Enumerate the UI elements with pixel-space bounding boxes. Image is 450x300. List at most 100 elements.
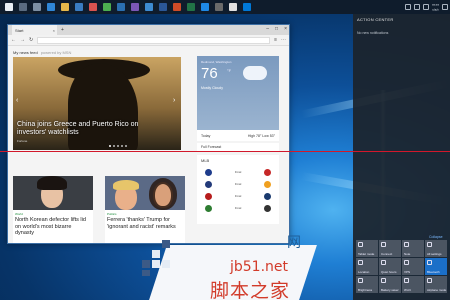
address-input[interactable]	[37, 36, 271, 44]
maximize-icon[interactable]: □	[275, 26, 278, 32]
collapse-link[interactable]: Collapse	[429, 235, 443, 239]
team-logo-icon	[205, 192, 212, 200]
quick-action-icon	[404, 260, 409, 265]
close-icon[interactable]: ×	[284, 26, 287, 32]
weather-widget[interactable]: Redmond, Washington 76 °F Mostly Cloudy	[197, 56, 279, 130]
score-row[interactable]: Final	[197, 178, 279, 190]
action-center-icon[interactable]	[442, 4, 448, 10]
app-icon[interactable]	[201, 3, 209, 11]
quick-action-label: All settings	[427, 252, 442, 256]
full-forecast-link[interactable]: Full Forecast	[197, 143, 279, 151]
app-icon[interactable]	[243, 3, 251, 11]
card-title[interactable]: Ferrera 'thanks' Trump for 'ignorant and…	[105, 217, 185, 230]
quick-action-tile[interactable]: Note	[402, 240, 424, 257]
weather-condition: Mostly Cloudy	[201, 86, 223, 90]
refresh-icon[interactable]: ↻	[29, 37, 33, 43]
team-logo-icon	[205, 204, 212, 212]
team-logo-icon	[263, 168, 271, 176]
quick-action-icon	[381, 242, 386, 247]
app-icon[interactable]	[187, 3, 195, 11]
score-row[interactable]: Final	[197, 190, 279, 202]
app-icon[interactable]	[159, 3, 167, 11]
new-tab-icon[interactable]: +	[61, 27, 64, 33]
hub-icon[interactable]: ≡	[274, 37, 277, 43]
annotation-line	[0, 151, 450, 152]
team-logo-icon	[263, 180, 271, 188]
score-status: Final	[234, 206, 242, 210]
app-icon[interactable]	[131, 3, 139, 11]
score-row[interactable]: Final	[197, 166, 279, 178]
quick-action-icon	[381, 278, 386, 283]
start-icon[interactable]	[5, 3, 13, 11]
app-icon[interactable]	[229, 3, 237, 11]
quick-action-icon	[358, 260, 363, 265]
quick-action-tile[interactable]: All settings	[425, 240, 447, 257]
card-source: World	[15, 212, 23, 216]
task-view-icon[interactable]	[33, 3, 41, 11]
previous-icon[interactable]: ‹	[16, 97, 18, 104]
hero-story[interactable]: ‹ › China joins Greece and Puerto Rico o…	[13, 57, 181, 150]
app-icon[interactable]	[145, 3, 153, 11]
watermark-mark: 网	[287, 235, 301, 251]
app-icon[interactable]	[117, 3, 125, 11]
hero-source: Fortune	[17, 139, 28, 143]
quick-action-label: Brightness	[358, 288, 373, 292]
quick-action-tile[interactable]: Connect	[379, 240, 401, 257]
next-icon[interactable]: ›	[173, 97, 175, 104]
quick-action-tile[interactable]: Bluetooth	[425, 258, 447, 275]
edge-icon[interactable]	[47, 3, 55, 11]
tab-bar: Start × + – □ ×	[8, 25, 289, 35]
feed-subtitle: powered by MSN	[40, 50, 72, 55]
app-icon[interactable]	[215, 3, 223, 11]
watermark-url: jb51.net	[230, 259, 289, 275]
scores-widget[interactable]: MLB Final Final Final Final	[197, 155, 279, 224]
score-row[interactable]: Final	[197, 202, 279, 214]
minimize-icon[interactable]: –	[266, 26, 269, 32]
card-title[interactable]: North Korean defector lifts lid on world…	[13, 217, 93, 237]
quick-action-label: Bluetooth	[427, 270, 440, 274]
quick-action-label: VPN	[404, 270, 411, 274]
action-center-title: ACTION CENTER	[357, 17, 394, 22]
battery-icon[interactable]	[423, 4, 430, 10]
app-icon[interactable]	[173, 3, 181, 11]
quick-action-tile[interactable]: Tablet mode	[356, 240, 378, 257]
network-icon[interactable]	[405, 4, 412, 10]
action-center-panel: ACTION CENTER No new notifications Colla…	[353, 14, 450, 300]
app-icon[interactable]	[89, 3, 97, 11]
forward-icon[interactable]: →	[20, 37, 25, 43]
volume-icon[interactable]	[414, 4, 421, 10]
news-card[interactable]: Politics Ferrera 'thanks' Trump for 'ign…	[105, 176, 185, 243]
score-status: Final	[234, 194, 242, 198]
weather-hilo: Today High 78° Low 53°	[197, 130, 279, 141]
more-icon[interactable]: ⋯	[281, 37, 286, 43]
quick-action-label: Airplane mode	[427, 288, 447, 292]
team-logo-icon	[263, 204, 271, 212]
hero-headline[interactable]: China joins Greece and Puerto Rico on in…	[17, 121, 167, 137]
search-icon[interactable]	[19, 3, 27, 11]
card-image	[105, 176, 185, 210]
back-icon[interactable]: ←	[11, 37, 16, 43]
watermark-logo	[142, 240, 170, 276]
team-logo-icon	[263, 192, 271, 200]
quick-action-icon	[427, 260, 432, 265]
quick-action-tile[interactable]: Quiet hours	[379, 258, 401, 275]
quick-action-tile[interactable]: Battery saver	[379, 276, 401, 293]
quick-action-tile[interactable]: Airplane mode	[425, 276, 447, 293]
app-icon[interactable]	[103, 3, 111, 11]
quick-action-tile[interactable]: VPN	[402, 258, 424, 275]
news-card[interactable]: World North Korean defector lifts lid on…	[13, 176, 93, 243]
system-tray: ▪▪:▪▪ ▪/▪/▪	[405, 1, 448, 13]
card-source: Politics	[107, 212, 117, 216]
carousel-dots	[109, 145, 127, 147]
weather-unit: °F	[227, 68, 232, 73]
close-tab-icon[interactable]: ×	[53, 28, 55, 33]
file-explorer-icon[interactable]	[61, 3, 69, 11]
quick-action-tile[interactable]: Location	[356, 258, 378, 275]
feed-header: My news feed powered by MSN	[13, 50, 284, 55]
quick-action-tile[interactable]: Wi-Fi	[402, 276, 424, 293]
quick-action-label: Location	[358, 270, 370, 274]
clock[interactable]: ▪▪:▪▪ ▪/▪/▪	[432, 2, 439, 12]
quick-action-tile[interactable]: Brightness	[356, 276, 378, 293]
tab-start[interactable]: Start ×	[12, 25, 57, 35]
store-icon[interactable]	[75, 3, 83, 11]
